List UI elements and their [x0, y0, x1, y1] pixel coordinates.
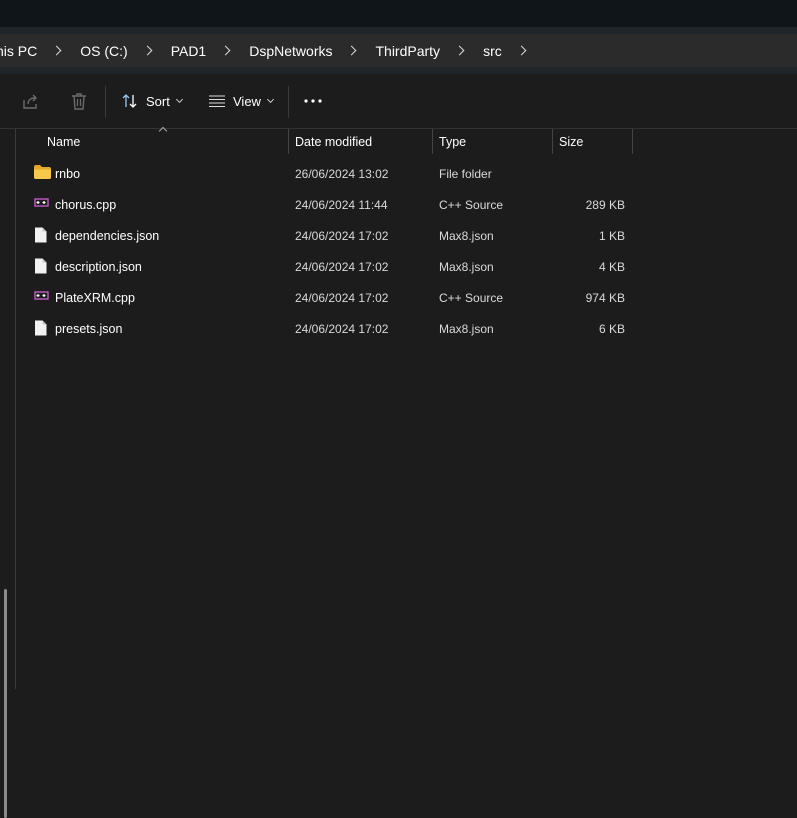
file-name: presets.json	[55, 322, 123, 336]
file-size: 1 KB	[598, 229, 625, 243]
file-name: dependencies.json	[55, 229, 160, 243]
chevron-down-icon	[175, 95, 183, 104]
view-button[interactable]: View	[209, 90, 274, 112]
chevron-right-icon[interactable]	[142, 45, 153, 56]
breadcrumb-item-pad1[interactable]: PAD1	[171, 43, 207, 59]
file-date: 24/06/2024 17:02	[295, 322, 389, 336]
file-name: description.json	[55, 260, 142, 274]
column-header-name[interactable]: Name	[47, 135, 80, 149]
chevron-right-icon[interactable]	[516, 45, 527, 56]
column-divider[interactable]	[552, 129, 553, 154]
toolbar-divider	[105, 86, 106, 118]
sort-label: Sort	[146, 93, 170, 109]
toolbar-divider	[288, 86, 289, 118]
file-type: Max8.json	[439, 260, 494, 274]
chevron-right-icon[interactable]	[454, 45, 465, 56]
file-icon	[35, 320, 47, 336]
file-name: rnbo	[55, 167, 81, 181]
command-bar: Sort View	[0, 74, 797, 129]
chevron-right-icon[interactable]	[51, 45, 62, 56]
file-date: 24/06/2024 17:02	[295, 291, 389, 305]
breadcrumb-item-os-c[interactable]: OS (C:)	[80, 43, 127, 59]
address-bar: his PC OS (C:) PAD1 DspNetworks ThirdPar…	[0, 27, 797, 74]
file-size: 289 KB	[585, 198, 625, 212]
file-type: C++ Source	[439, 291, 504, 305]
column-divider[interactable]	[632, 129, 633, 154]
folder-icon	[34, 165, 51, 179]
title-bar	[0, 0, 797, 27]
chevron-right-icon[interactable]	[347, 45, 357, 56]
column-divider[interactable]	[288, 129, 289, 154]
trash-icon[interactable]	[70, 92, 88, 111]
view-list-icon	[209, 95, 225, 108]
chevron-down-icon	[266, 95, 274, 104]
file-name: PlateXRM.cpp	[55, 291, 135, 305]
file-row[interactable]: PlateXRM.cpp 24/06/2024 17:02 C++ Source…	[17, 282, 627, 313]
file-row[interactable]: rnbo 26/06/2024 13:02 File folder	[17, 158, 627, 189]
file-name: chorus.cpp	[55, 198, 117, 212]
sort-ascending-icon	[158, 126, 168, 136]
file-icon	[35, 258, 47, 274]
navigation-pane-edge	[0, 129, 16, 818]
cpp-file-icon	[34, 291, 49, 300]
file-row[interactable]: dependencies.json 24/06/2024 17:02 Max8.…	[17, 220, 627, 251]
file-row[interactable]: chorus.cpp 24/06/2024 11:44 C++ Source 2…	[17, 189, 627, 220]
sort-button[interactable]: Sort	[122, 90, 183, 112]
breadcrumb-item-dspnetworks[interactable]: DspNetworks	[249, 43, 332, 59]
scrollbar-thumb[interactable]	[4, 589, 7, 818]
file-size: 974 KB	[585, 291, 625, 305]
file-type: C++ Source	[439, 198, 504, 212]
file-size: 4 KB	[598, 260, 625, 274]
column-header-row: Name Date modified Type Size	[17, 126, 797, 155]
column-header-date[interactable]: Date modified	[295, 135, 372, 149]
file-row[interactable]: description.json 24/06/2024 17:02 Max8.j…	[17, 251, 627, 282]
file-date: 24/06/2024 17:02	[295, 260, 389, 274]
breadcrumb[interactable]: his PC OS (C:) PAD1 DspNetworks ThirdPar…	[0, 34, 797, 67]
cpp-file-icon	[34, 198, 49, 207]
file-date: 24/06/2024 11:44	[295, 198, 388, 212]
sort-icon	[122, 94, 137, 108]
more-icon[interactable]	[304, 99, 322, 103]
column-header-size[interactable]: Size	[559, 135, 583, 149]
file-type: File folder	[439, 167, 492, 181]
file-row[interactable]: presets.json 24/06/2024 17:02 Max8.json …	[17, 313, 627, 344]
share-icon[interactable]	[22, 93, 40, 111]
file-icon	[35, 227, 47, 243]
file-date: 26/06/2024 13:02	[295, 167, 389, 181]
column-header-type[interactable]: Type	[439, 135, 466, 149]
breadcrumb-item-this-pc[interactable]: his PC	[0, 43, 37, 59]
chevron-right-icon[interactable]	[220, 45, 231, 56]
file-date: 24/06/2024 17:02	[295, 229, 389, 243]
view-label: View	[233, 93, 261, 109]
breadcrumb-item-thirdparty[interactable]: ThirdParty	[375, 43, 440, 59]
breadcrumb-item-src[interactable]: src	[483, 43, 502, 59]
file-type: Max8.json	[439, 322, 494, 336]
file-type: Max8.json	[439, 229, 494, 243]
file-size: 6 KB	[598, 322, 625, 336]
column-divider[interactable]	[432, 129, 433, 154]
